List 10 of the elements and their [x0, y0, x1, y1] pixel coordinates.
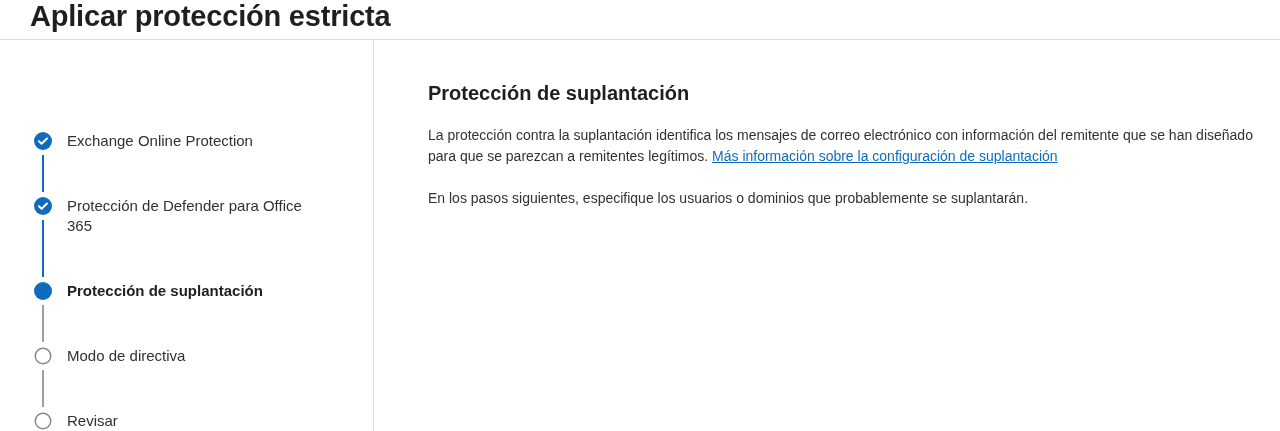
step-label[interactable]: Modo de directiva	[67, 346, 327, 411]
section-heading: Protección de suplantación	[428, 82, 691, 105]
step-label[interactable]: Revisar	[67, 411, 327, 431]
step-label[interactable]: Exchange Online Protection	[67, 131, 327, 196]
step-label[interactable]: Protección de suplantación	[67, 281, 327, 346]
step-label[interactable]: Protección de Defender para Office 365	[67, 196, 327, 281]
learn-more-link[interactable]: Más información sobre la configuración de suplantación	[712, 148, 1058, 164]
note-text: En los pasos siguientes, especifique los usuarios o dominios que probablemente se suplantarán.	[428, 189, 1030, 208]
page-title: Aplicar protección estricta	[30, 0, 391, 33]
description-text: La protección contra la suplantación identifica los mensajes de correo electrónico con información del remitente que se han diseñado para que se parezcan a remitentes legítimos. Más información sobre la configuración de suplantación	[428, 126, 1254, 166]
